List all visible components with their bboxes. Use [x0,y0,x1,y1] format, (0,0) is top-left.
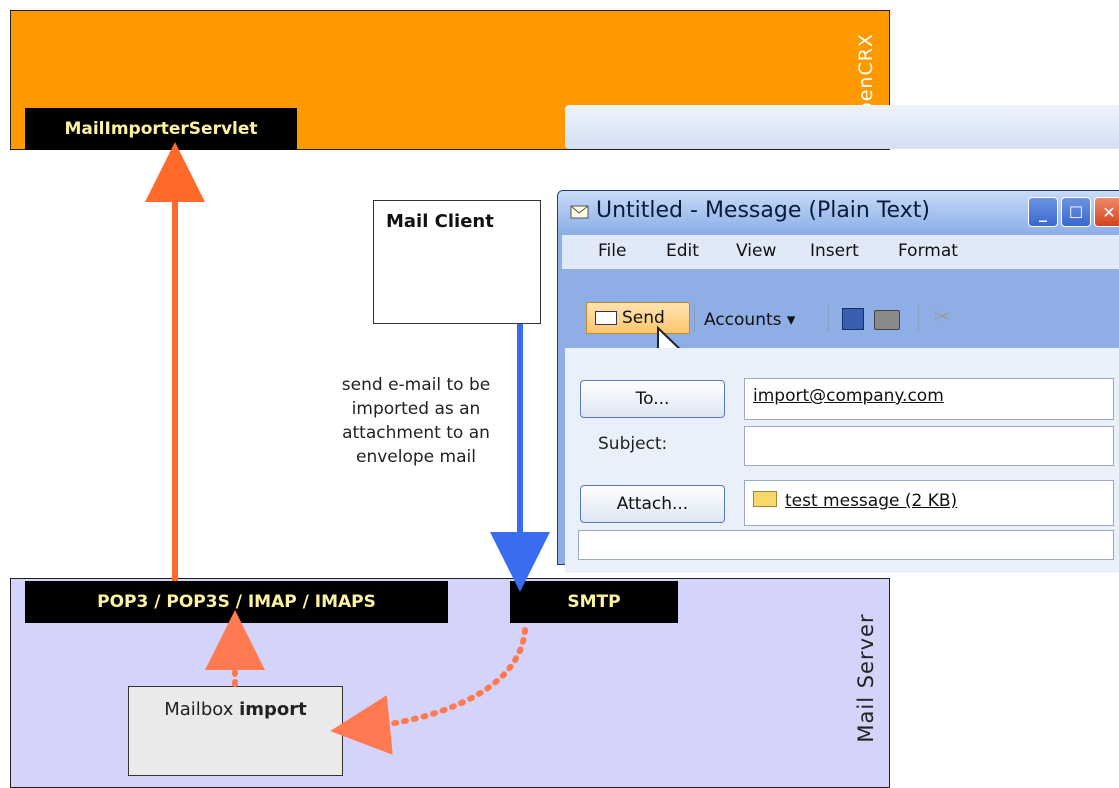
maximize-button[interactable]: ☐ [1061,197,1091,227]
menu-bar: File Edit View Insert Format [562,235,1119,269]
accounts-button[interactable]: Accounts ▾ [704,310,795,330]
toolbar-separator [918,304,919,332]
subject-label: Subject: [598,434,668,454]
send-icon [595,311,617,325]
close-button[interactable]: ✕ [1094,197,1119,227]
envelope-icon [753,491,777,507]
message-body[interactable] [578,530,1114,560]
send-label: Send [622,308,665,328]
attachment-link[interactable]: test message (2 KB) [785,491,957,511]
menu-file[interactable]: File [598,241,626,261]
cut-icon[interactable]: ✂ [934,304,951,328]
minimize-button[interactable]: _ [1028,197,1058,227]
smtp-to-mailbox-arrow [330,627,528,755]
maximize-icon: ☐ [1068,202,1084,222]
toolbar-separator [694,304,695,332]
message-window-icon [570,205,589,219]
to-button[interactable]: To... [580,380,725,418]
attach-button[interactable]: Attach... [580,485,725,523]
menu-insert[interactable]: Insert [810,241,859,261]
attachment-field[interactable]: test message (2 KB) [744,480,1114,526]
save-icon[interactable] [842,308,864,330]
window-title: Untitled - Message (Plain Text) [596,198,930,223]
toolbar-separator [828,304,829,332]
menu-edit[interactable]: Edit [666,241,699,261]
menu-view[interactable]: View [736,241,776,261]
to-field[interactable]: import@company.com [744,378,1114,420]
minimize-icon: _ [1039,202,1047,222]
close-icon: ✕ [1102,202,1116,222]
subject-field[interactable] [744,426,1114,466]
menu-format[interactable]: Format [898,241,958,261]
print-icon[interactable] [874,310,900,330]
to-value: import@company.com [753,386,944,406]
toolbar [565,105,1119,149]
